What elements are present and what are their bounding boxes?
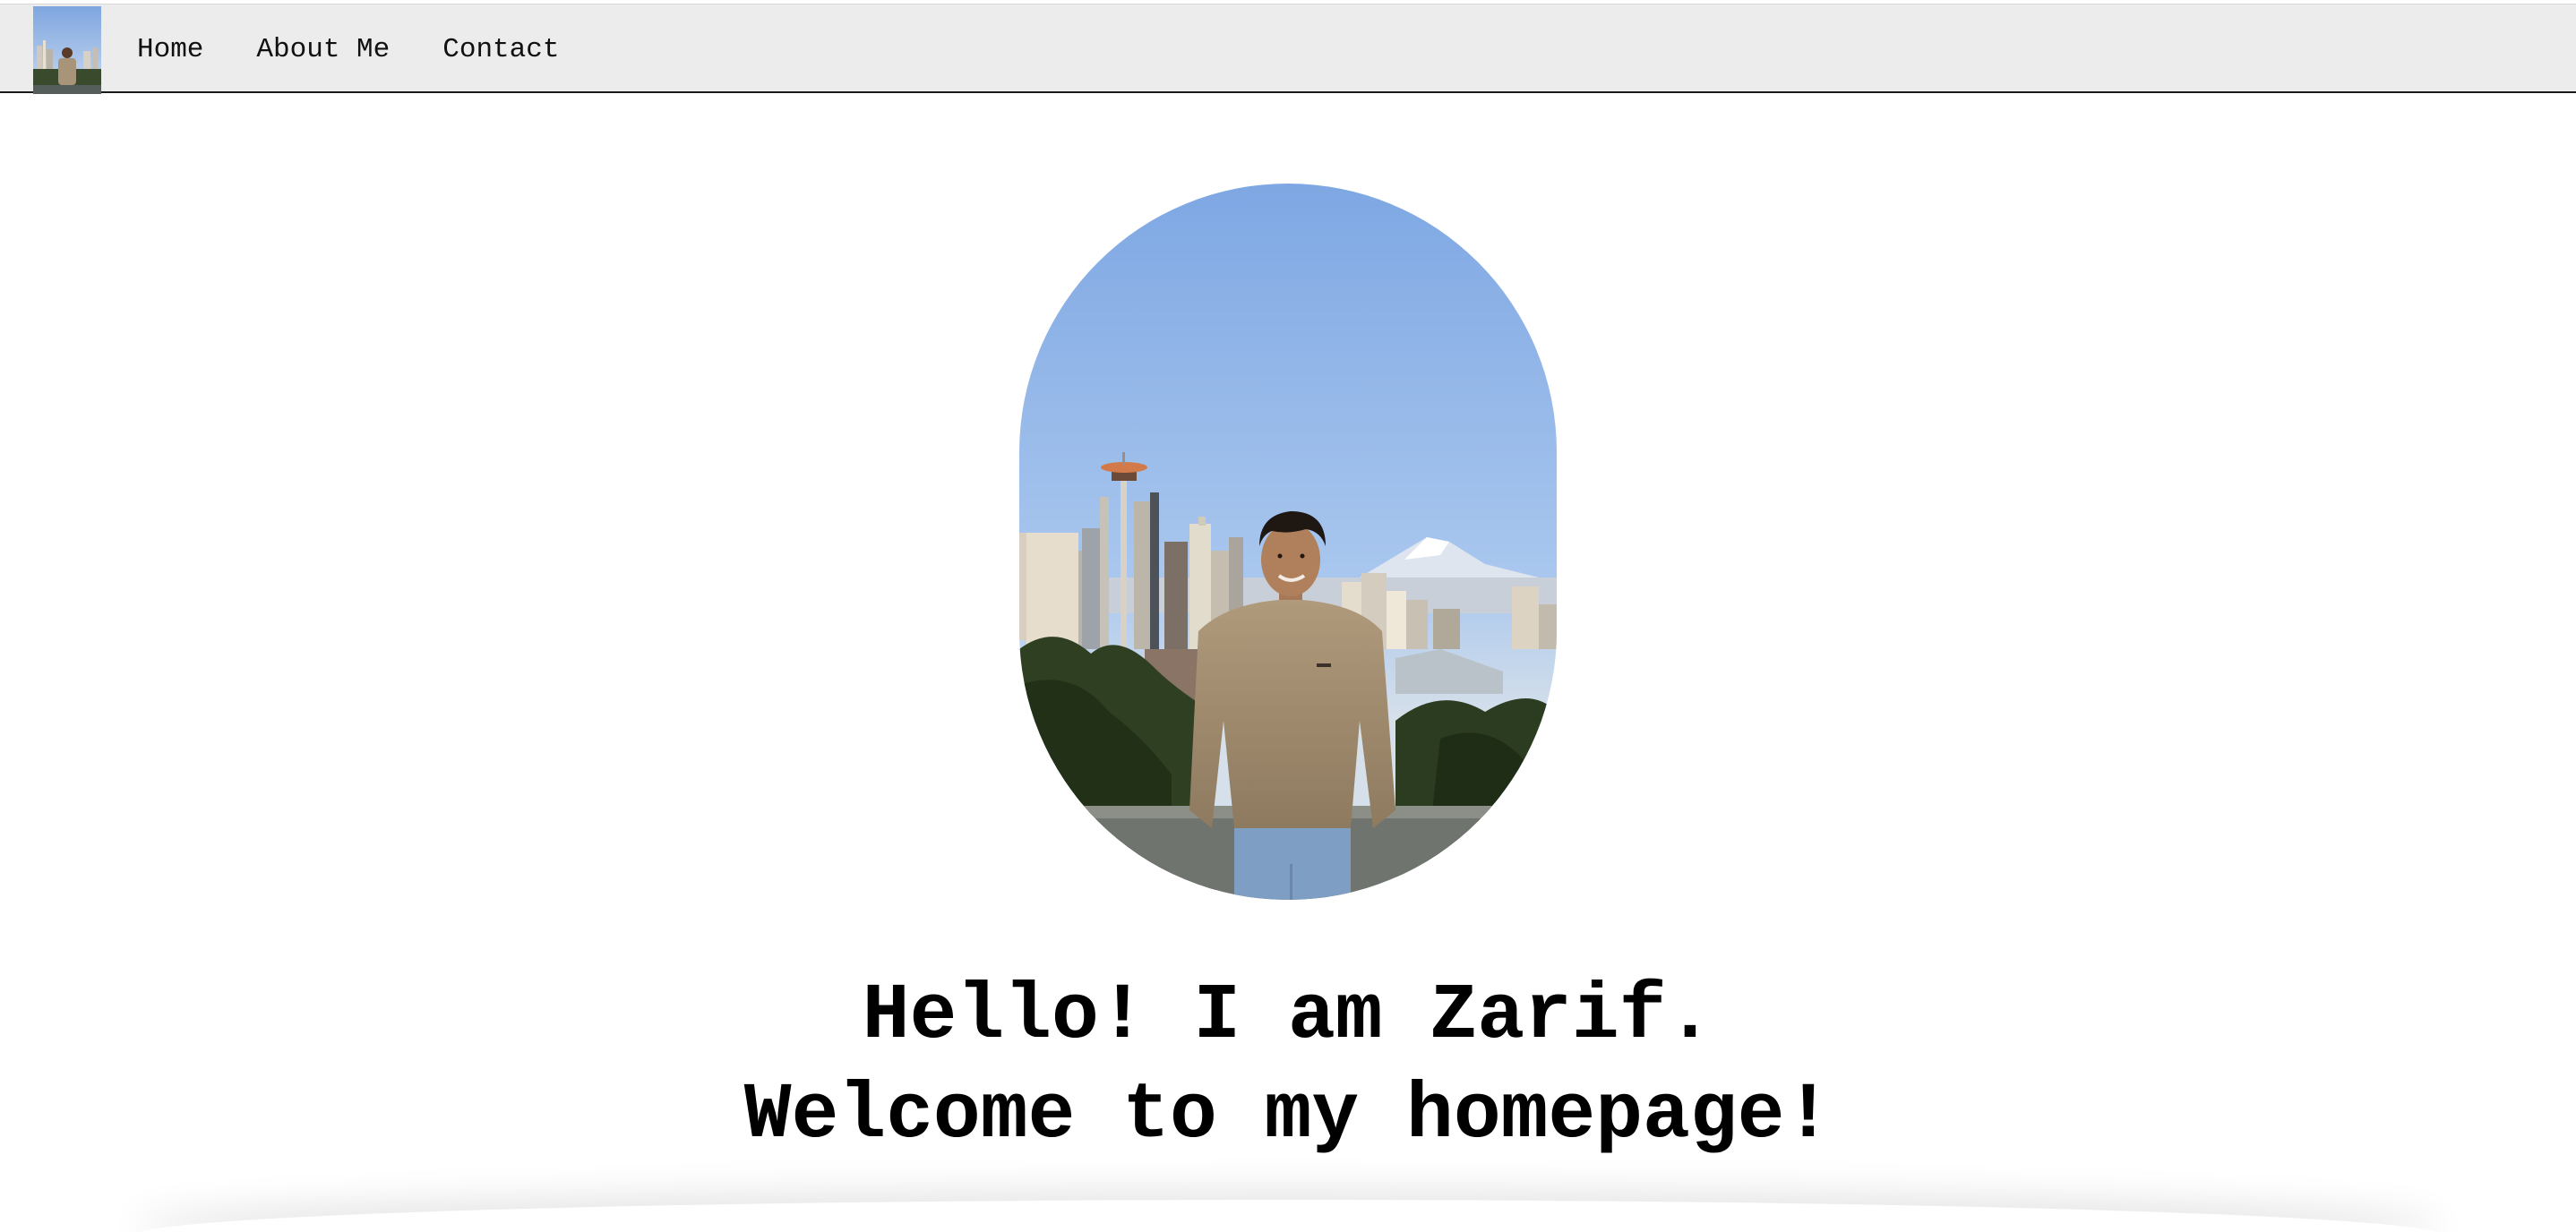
navbar: Home About Me Contact [0, 4, 2576, 94]
nav-logo-photo[interactable] [33, 6, 101, 94]
nav-link-contact[interactable]: Contact [442, 34, 559, 65]
profile-photo-icon [1019, 184, 1557, 900]
hero-profile-photo [1019, 184, 1557, 900]
profile-thumbnail-icon [33, 6, 101, 94]
nav-link-home[interactable]: Home [137, 34, 203, 65]
welcome-subtitle: Welcome to my homepage! [743, 1072, 1833, 1160]
greeting-title: Hello! I am Zarif. [862, 972, 1714, 1061]
nav-links: Home About Me Contact [137, 4, 612, 94]
homepage: Home About Me Contact Hello! I am Zarif.… [0, 0, 2576, 1232]
nav-link-about-me[interactable]: About Me [256, 34, 390, 65]
bottom-shadow-divider [134, 1200, 2442, 1232]
